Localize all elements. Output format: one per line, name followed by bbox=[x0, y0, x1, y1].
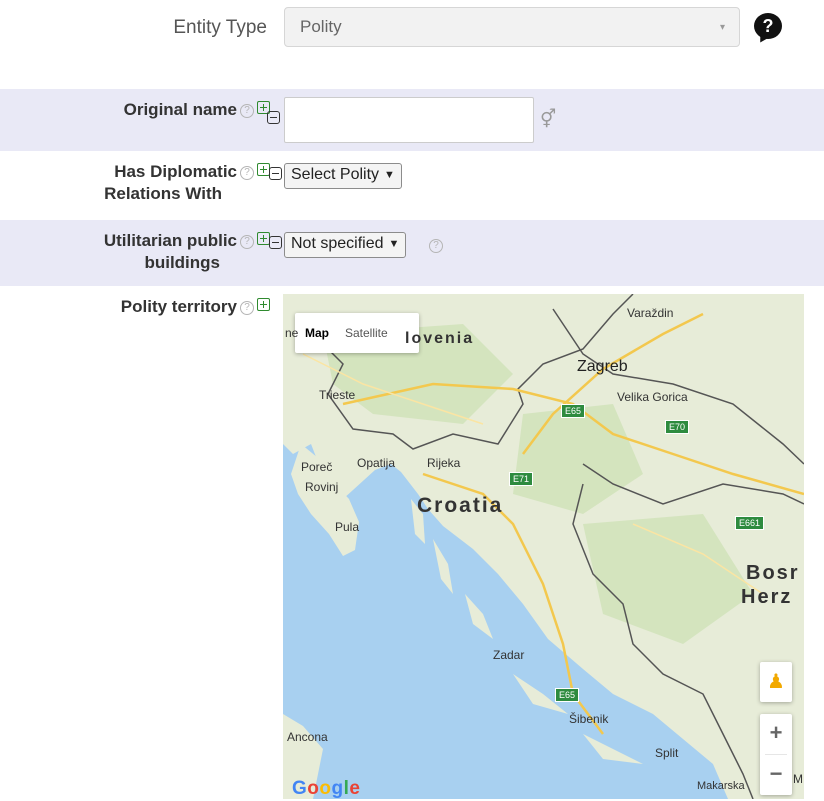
map-label: Rijeka bbox=[427, 456, 461, 470]
select-polity-dropdown[interactable]: Select Polity ▼ bbox=[284, 163, 402, 189]
entity-type-value: Polity bbox=[300, 17, 342, 36]
remove-icon[interactable] bbox=[267, 111, 280, 124]
map-label: ne bbox=[285, 326, 299, 340]
road-shield: E65 bbox=[555, 688, 580, 702]
utilitarian-select-text: Not specified bbox=[291, 235, 384, 252]
island bbox=[583, 734, 643, 764]
map-label: Pula bbox=[335, 520, 360, 534]
google-logo-letter: o bbox=[319, 778, 332, 799]
island bbox=[433, 539, 453, 594]
map-label: Varaždin bbox=[627, 306, 674, 320]
zoom-out-button[interactable]: − bbox=[760, 755, 792, 795]
island bbox=[465, 594, 493, 639]
map-label: Zadar bbox=[493, 648, 525, 662]
map-label: Ancona bbox=[287, 730, 328, 744]
territory-map[interactable]: Map Satellite ne lovenia Varaždin Zagreb… bbox=[283, 294, 804, 799]
dropdown-arrow-icon: ▼ bbox=[388, 238, 400, 250]
google-logo-letter: g bbox=[331, 778, 344, 799]
entity-type-row: Entity Type Polity ▾ ? bbox=[0, 0, 824, 88]
google-logo-letter: e bbox=[349, 778, 361, 799]
diplomatic-row: Has Diplomatic? Relations With Select Po… bbox=[0, 151, 824, 219]
utilitarian-label-line1: Utilitarian public bbox=[103, 231, 237, 250]
road-shield: E71 bbox=[509, 472, 534, 486]
entity-type-label: Entity Type bbox=[173, 17, 267, 38]
gender-icon[interactable]: ⚥ bbox=[540, 109, 556, 130]
help-icon[interactable]: ? bbox=[429, 239, 443, 253]
original-name-label: Original name? bbox=[124, 99, 270, 121]
satellite-tab[interactable]: Satellite bbox=[339, 326, 394, 340]
diplomatic-label: Has Diplomatic? Relations With bbox=[104, 161, 270, 205]
territory-label-text: Polity territory bbox=[120, 297, 237, 316]
select-polity-text: Select Polity bbox=[291, 166, 380, 183]
map-type-toggle[interactable]: Map Satellite bbox=[295, 313, 419, 353]
help-icon[interactable]: ? bbox=[240, 301, 254, 315]
map-label: Zagreb bbox=[577, 358, 628, 375]
google-logo: Google bbox=[292, 778, 360, 799]
map-label: Šibenik bbox=[569, 712, 609, 726]
zoom-in-button[interactable]: + bbox=[760, 714, 792, 754]
map-label: Poreč bbox=[301, 460, 333, 474]
remove-icon[interactable] bbox=[269, 236, 282, 249]
map-tab[interactable]: Map bbox=[295, 326, 339, 340]
original-name-input[interactable] bbox=[284, 97, 534, 143]
territory-label: Polity territory? bbox=[121, 296, 270, 318]
google-logo-letter: o bbox=[307, 778, 320, 799]
original-name-label-text: Original name bbox=[123, 100, 237, 119]
road-shield: E65 bbox=[561, 404, 586, 418]
map-label: Bosr bbox=[746, 562, 800, 584]
map-label: Split bbox=[655, 746, 679, 760]
zoom-control: + − bbox=[760, 714, 792, 795]
help-icon[interactable]: ? bbox=[240, 104, 254, 118]
road-shield: E661 bbox=[735, 516, 765, 530]
utilitarian-label-line2: buildings bbox=[144, 253, 220, 272]
map-label: Makarska bbox=[697, 780, 745, 792]
road-shield: E70 bbox=[665, 420, 690, 434]
remove-icon[interactable] bbox=[269, 167, 282, 180]
help-bubble-icon[interactable]: ? bbox=[754, 13, 782, 39]
dropdown-arrow-icon: ▼ bbox=[384, 169, 395, 181]
utilitarian-dropdown[interactable]: Not specified ▼ bbox=[284, 232, 407, 258]
map-label: Rovinj bbox=[305, 480, 339, 494]
help-icon[interactable]: ? bbox=[240, 166, 254, 180]
utilitarian-label: Utilitarian public? buildings bbox=[104, 230, 270, 274]
map-label: Opatija bbox=[357, 456, 396, 470]
chevron-down-icon: ▾ bbox=[719, 22, 725, 33]
map-label: Trieste bbox=[319, 388, 356, 402]
map-label: lovenia bbox=[405, 330, 475, 347]
street-view-pegman-icon[interactable]: ♟ bbox=[760, 662, 792, 702]
original-name-row: Original name? ⚥ bbox=[0, 89, 824, 151]
diplomatic-label-line1: Has Diplomatic bbox=[114, 162, 237, 181]
google-logo-letter: G bbox=[292, 778, 308, 799]
map-label: Croatia bbox=[417, 494, 504, 517]
help-icon[interactable]: ? bbox=[240, 235, 254, 249]
map-label: Velika Gorica bbox=[617, 390, 688, 404]
map-canvas bbox=[283, 294, 804, 799]
map-label: M bbox=[793, 772, 803, 786]
diplomatic-label-line2: Relations With bbox=[104, 184, 222, 203]
add-icon[interactable] bbox=[257, 298, 270, 311]
entity-type-select[interactable]: Polity ▾ bbox=[284, 7, 740, 47]
utilitarian-row: Utilitarian public? buildings Not specif… bbox=[0, 220, 824, 286]
map-label: Herz bbox=[741, 586, 793, 608]
